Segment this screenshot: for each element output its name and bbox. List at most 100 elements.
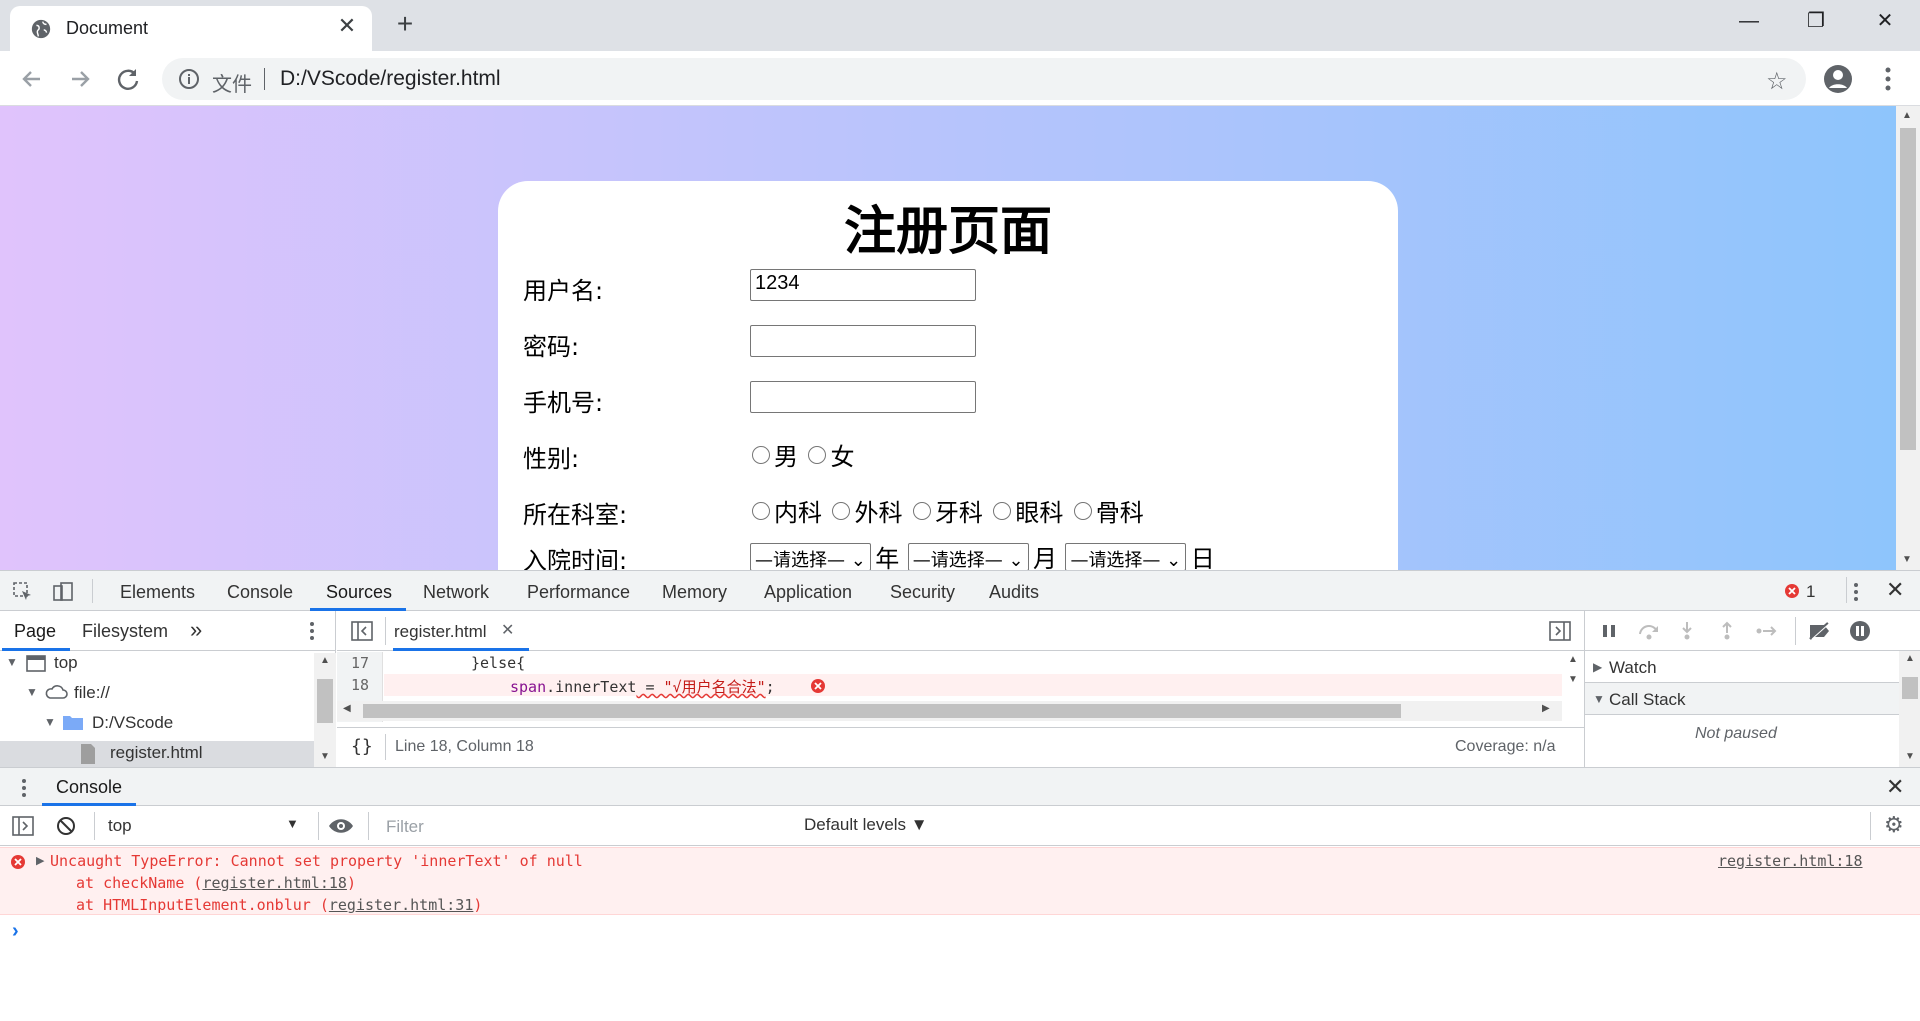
page-scrollbar-thumb[interactable]: [1900, 128, 1916, 450]
line-number[interactable]: 17: [351, 654, 369, 672]
scroll-up-icon[interactable]: ▲: [1905, 653, 1915, 664]
close-window-icon[interactable]: ✕: [1862, 6, 1908, 36]
scroll-down-icon[interactable]: ▼: [320, 751, 330, 762]
step-icon[interactable]: [1755, 621, 1779, 641]
browser-tab[interactable]: Document ✕: [10, 6, 372, 51]
password-input[interactable]: [750, 325, 976, 357]
deactivate-breakpoints-icon[interactable]: [1807, 620, 1833, 642]
tab-close-icon[interactable]: ✕: [336, 15, 358, 37]
navigator-menu-icon[interactable]: [302, 619, 322, 643]
day-select[interactable]: —请选择— ⌄: [1065, 542, 1187, 570]
context-selector[interactable]: top ▼: [100, 810, 306, 842]
navigator-tab-page[interactable]: Page: [14, 621, 56, 642]
error-count-icon[interactable]: [1784, 583, 1800, 599]
console-sidebar-icon[interactable]: [12, 816, 34, 836]
toggle-navigator-icon[interactable]: [351, 621, 373, 641]
expand-arrow-icon[interactable]: ▼: [44, 715, 56, 729]
debugger-scrollbar[interactable]: ▲ ▼: [1899, 651, 1920, 767]
dept-radio-dental[interactable]: [912, 501, 931, 520]
stack-frame-2-link[interactable]: register.html:31: [329, 896, 474, 914]
expand-arrow-icon[interactable]: ▼: [26, 685, 38, 699]
tab-elements[interactable]: Elements: [120, 582, 195, 603]
tab-sources[interactable]: Sources: [326, 582, 392, 603]
dept-radio-surgery[interactable]: [832, 501, 851, 520]
tab-security[interactable]: Security: [890, 582, 955, 603]
back-icon[interactable]: [14, 61, 50, 97]
dept-radio-orthopedics[interactable]: [1073, 501, 1092, 520]
drawer-tab-console[interactable]: Console: [56, 777, 122, 798]
tab-performance[interactable]: Performance: [527, 582, 630, 603]
navigator-scrollbar[interactable]: ▲ ▼: [314, 653, 336, 767]
error-text[interactable]: Uncaught TypeError: Cannot set property …: [50, 852, 583, 870]
toggle-debugger-icon[interactable]: [1549, 621, 1571, 641]
scroll-right-icon[interactable]: ▶: [1542, 703, 1550, 714]
scroll-down-icon[interactable]: ▼: [1902, 554, 1912, 565]
scroll-up-icon[interactable]: ▲: [320, 655, 330, 666]
log-levels-dropdown[interactable]: Default levels ▼: [804, 815, 928, 835]
dept-radio-internal[interactable]: [752, 501, 770, 520]
tree-item-folder[interactable]: D:/VScode: [92, 713, 173, 733]
console-input[interactable]: [30, 918, 1910, 948]
forward-icon[interactable]: [62, 61, 98, 97]
inspect-element-icon[interactable]: [12, 581, 34, 603]
stack-frame-1-link[interactable]: register.html:18: [202, 874, 347, 892]
tab-memory[interactable]: Memory: [662, 582, 727, 603]
step-over-icon[interactable]: [1637, 621, 1661, 641]
phone-input[interactable]: [750, 381, 976, 413]
tree-item-top[interactable]: top: [54, 653, 78, 673]
new-tab-button[interactable]: +: [390, 10, 420, 38]
tab-audits[interactable]: Audits: [989, 582, 1039, 603]
live-expression-eye-icon[interactable]: [328, 816, 354, 836]
step-out-icon[interactable]: [1717, 621, 1737, 641]
scroll-left-icon[interactable]: ◀: [343, 703, 351, 714]
drawer-close-icon[interactable]: ✕: [1886, 774, 1904, 800]
browser-menu-icon[interactable]: [1870, 61, 1906, 97]
devtools-menu-icon[interactable]: [1844, 580, 1868, 604]
address-bar[interactable]: 文件 D:/VScode/register.html ☆: [162, 58, 1806, 100]
month-select[interactable]: —请选择— ⌄: [907, 542, 1029, 570]
scroll-down-icon[interactable]: ▼: [1905, 751, 1915, 762]
year-select[interactable]: —请选择— ⌄: [750, 542, 871, 570]
debugger-scrollbar-thumb[interactable]: [1902, 677, 1918, 699]
call-stack-title[interactable]: Call Stack: [1609, 690, 1686, 710]
profile-avatar-icon[interactable]: [1820, 61, 1856, 97]
watch-section[interactable]: ▶ Watch: [1585, 651, 1899, 683]
expand-error-icon[interactable]: ▶: [36, 854, 44, 867]
pause-icon[interactable]: [1599, 621, 1619, 641]
step-into-icon[interactable]: [1677, 621, 1697, 641]
line-number[interactable]: 18: [351, 676, 369, 694]
scroll-up-icon[interactable]: ▲: [1568, 654, 1578, 665]
device-toolbar-icon[interactable]: [52, 581, 74, 603]
gender-radio-female[interactable]: [808, 445, 827, 464]
error-count[interactable]: 1: [1806, 582, 1815, 602]
console-prompt-icon[interactable]: ›: [12, 920, 19, 943]
tab-network[interactable]: Network: [423, 582, 489, 603]
clear-console-icon[interactable]: [56, 816, 76, 836]
editor-hscrollbar-thumb[interactable]: [363, 704, 1401, 718]
tab-application[interactable]: Application: [764, 582, 852, 603]
call-stack-section[interactable]: ▼ Call Stack: [1585, 683, 1899, 715]
console-settings-gear-icon[interactable]: ⚙: [1884, 812, 1904, 838]
page-scrollbar[interactable]: ▲ ▼: [1896, 106, 1920, 570]
tree-item-file-scheme[interactable]: file://: [74, 683, 110, 703]
pretty-print-icon[interactable]: {}: [351, 736, 373, 757]
tab-console[interactable]: Console: [227, 582, 293, 603]
reload-icon[interactable]: [110, 61, 146, 97]
collapse-arrow-icon[interactable]: ▶: [1593, 660, 1602, 674]
scroll-up-icon[interactable]: ▲: [1902, 110, 1912, 121]
watch-title[interactable]: Watch: [1609, 658, 1657, 678]
username-input[interactable]: 1234: [750, 269, 976, 301]
gender-radio-male[interactable]: [752, 445, 770, 464]
file-tab-close-icon[interactable]: ✕: [501, 620, 514, 640]
devtools-close-icon[interactable]: ✕: [1886, 577, 1904, 603]
file-tab-label[interactable]: register.html: [394, 622, 487, 642]
info-icon[interactable]: [178, 68, 200, 90]
address-url[interactable]: D:/VScode/register.html: [280, 67, 501, 91]
restore-icon[interactable]: ❐: [1793, 6, 1839, 36]
inline-error-icon[interactable]: [810, 678, 826, 694]
scroll-down-icon[interactable]: ▼: [1568, 674, 1578, 685]
drawer-menu-icon[interactable]: [14, 776, 34, 800]
pause-on-exceptions-icon[interactable]: [1849, 620, 1871, 642]
dept-radio-ophthalmology[interactable]: [993, 501, 1012, 520]
editor-vscrollbar[interactable]: ▲ ▼: [1562, 652, 1584, 722]
